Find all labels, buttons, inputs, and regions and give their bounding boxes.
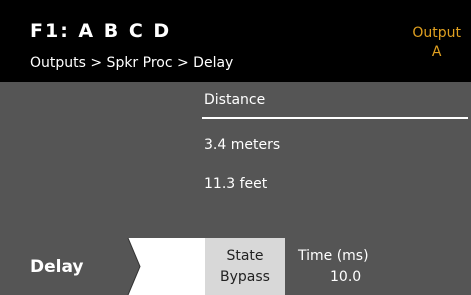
state-value: Bypass [220, 269, 270, 285]
output-value: A [431, 44, 442, 60]
output-label: Output [412, 25, 461, 41]
divider [202, 117, 468, 119]
header-bar: F1: A B C D Outputs > Spkr Proc > Delay … [0, 0, 471, 82]
state-button[interactable]: State Bypass [205, 238, 285, 295]
page-title: F1: A B C D [30, 20, 172, 42]
time-label: Time (ms) [298, 248, 369, 264]
time-ms-button[interactable]: Time (ms) 10.0 [285, 238, 471, 295]
distance-label: Distance [204, 92, 266, 108]
output-indicator: Output A [412, 24, 461, 62]
time-value: 10.0 [330, 269, 362, 285]
content-panel: Distance 3.4 meters 11.3 feet [0, 82, 471, 238]
tab-delay-label: Delay [30, 257, 84, 277]
distance-feet-value: 11.3 feet [204, 176, 268, 192]
tab-delay[interactable]: Delay [0, 238, 150, 295]
device-screen: F1: A B C D Outputs > Spkr Proc > Delay … [0, 0, 471, 295]
distance-meters-value: 3.4 meters [204, 137, 281, 153]
state-label: State [226, 248, 264, 264]
footer-bar: Delay State Bypass Time (ms) 10.0 [0, 238, 471, 295]
breadcrumb: Outputs > Spkr Proc > Delay [30, 55, 234, 71]
